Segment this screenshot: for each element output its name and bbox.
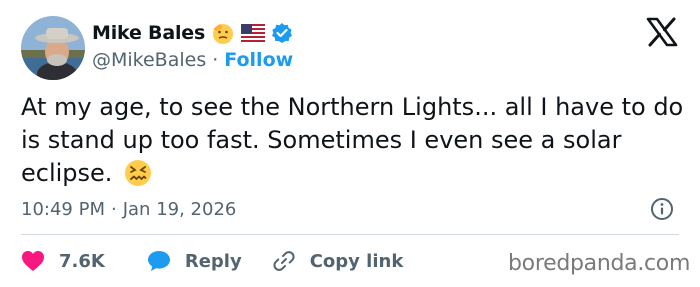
display-name[interactable]: Mike Bales bbox=[92, 22, 205, 44]
tweet-text: At my age, to see the Northern Lights...… bbox=[21, 91, 691, 197]
reply-label: Reply bbox=[184, 250, 242, 272]
handle-separator: · bbox=[212, 49, 219, 71]
copy-link-label: Copy link bbox=[309, 250, 404, 272]
confounded-face-emoji bbox=[123, 158, 153, 197]
action-bar: 7.6K Reply Copy link bbox=[21, 248, 433, 274]
handle-row: @MikeBales · Follow bbox=[92, 48, 293, 72]
x-logo-icon[interactable] bbox=[646, 17, 678, 47]
link-icon bbox=[273, 251, 295, 271]
saluting-face-emoji bbox=[211, 21, 235, 45]
like-button[interactable]: 7.6K bbox=[21, 250, 105, 272]
heart-icon bbox=[22, 251, 44, 271]
copy-link-button[interactable]: Copy link bbox=[272, 249, 404, 273]
meta-separator: · bbox=[110, 198, 117, 220]
verified-badge-icon bbox=[271, 22, 293, 44]
tweet-card: Mike Bales @MikeBales · Follow At my age… bbox=[0, 0, 700, 287]
avatar[interactable] bbox=[21, 16, 85, 80]
divider bbox=[21, 234, 679, 235]
timestamp-row[interactable]: 10:49 PM · Jan 19, 2026 bbox=[21, 197, 236, 221]
like-count: 7.6K bbox=[59, 250, 105, 272]
handle[interactable]: @MikeBales bbox=[92, 49, 206, 71]
us-flag-emoji bbox=[241, 24, 266, 42]
tweet-body: At my age, to see the Northern Lights...… bbox=[21, 93, 684, 187]
tweet-time[interactable]: 10:49 PM bbox=[21, 199, 105, 220]
watermark-text: boredpanda.com bbox=[508, 251, 691, 276]
reply-button[interactable]: Reply bbox=[147, 250, 242, 272]
name-row: Mike Bales bbox=[92, 19, 293, 47]
tweet-date[interactable]: Jan 19, 2026 bbox=[123, 199, 237, 220]
reply-bubble-icon bbox=[147, 251, 170, 271]
info-icon[interactable] bbox=[650, 197, 674, 221]
follow-button[interactable]: Follow bbox=[224, 49, 293, 71]
